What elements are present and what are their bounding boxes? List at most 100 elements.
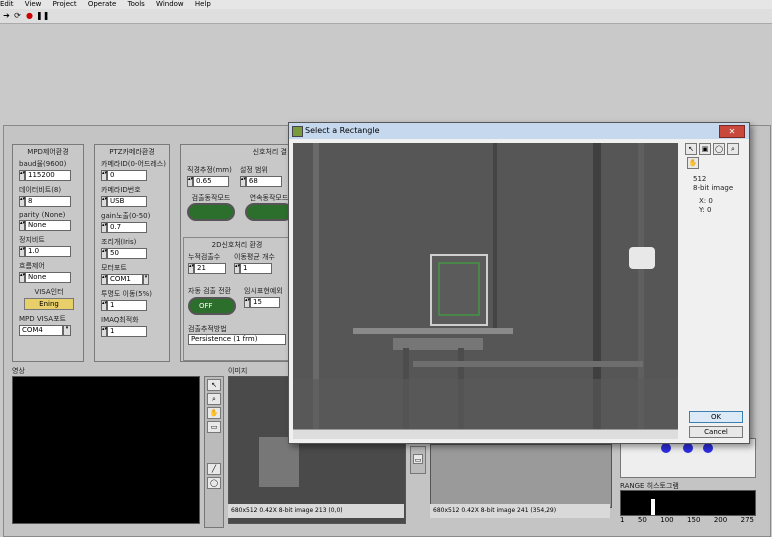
toggle-label: 검출동작모드 xyxy=(191,194,231,202)
video-label: 영상 xyxy=(12,367,25,375)
diameter-field[interactable]: 0.65 xyxy=(193,176,229,187)
close-icon[interactable]: ✕ xyxy=(719,125,745,138)
horizontal-scrollbar[interactable] xyxy=(293,429,678,439)
detect-mode-toggle[interactable] xyxy=(187,203,235,221)
baud-rate-field[interactable]: 115200 xyxy=(25,170,71,181)
menu-operate[interactable]: Operate xyxy=(88,0,116,8)
toolbar: ➔ ⟳ ● ❚❚ xyxy=(0,9,772,24)
iris-field[interactable]: 50 xyxy=(107,248,147,259)
tick-label: 200 xyxy=(713,516,728,524)
accum-field[interactable]: 21 xyxy=(194,263,226,274)
histogram-peak xyxy=(651,499,655,515)
signal-field-label: 설정 범위 xyxy=(239,166,268,174)
image-status-2: 680x512 0.42X 8-bit image 241 (354,29) xyxy=(430,504,610,518)
mpd-field-label: 흐름제어 xyxy=(19,262,45,270)
pause-icon[interactable]: ❚❚ xyxy=(36,11,49,20)
zoom-icon[interactable]: ⌕ xyxy=(207,393,221,405)
select-rectangle-dialog: Select a Rectangle ✕ ↖ ▣ ◯ ⌕ ✋ 512 8-bit… xyxy=(288,122,750,444)
tracking-select[interactable]: Persistence (1 frm) xyxy=(188,334,286,345)
off-text: OFF xyxy=(199,302,213,310)
dialog-title: Select a Rectangle xyxy=(305,126,380,135)
tick-label: 1 xyxy=(620,516,625,524)
dropdown-arrow-icon[interactable]: ▾ xyxy=(143,274,149,285)
plot-marker xyxy=(661,443,671,453)
mpd-panel-title: MPD제어환경 xyxy=(27,148,69,156)
menu-project[interactable]: Project xyxy=(53,0,77,8)
x-coordinate: X: 0 xyxy=(699,197,713,205)
x-value: 0 xyxy=(708,197,713,205)
pointer-icon[interactable]: ↖ xyxy=(685,143,697,155)
continuous-mode-toggle[interactable] xyxy=(245,203,293,221)
parity-field[interactable]: None xyxy=(25,220,71,231)
tick-label: 50 xyxy=(637,516,647,524)
y-value: 0 xyxy=(706,206,712,214)
motor-port-select[interactable]: COM1 xyxy=(107,274,143,285)
menu-help[interactable]: Help xyxy=(195,0,211,8)
menu-edit[interactable]: Edit xyxy=(0,0,14,8)
moving-average-field[interactable]: 1 xyxy=(240,263,272,274)
zoom-icon[interactable]: ⌕ xyxy=(727,143,739,155)
signal-field-label: 임시표현예외 xyxy=(244,287,283,295)
mpd-field-label: 데이터비트(8) xyxy=(19,186,62,194)
temp-field[interactable]: 15 xyxy=(250,297,280,308)
image-viewport[interactable] xyxy=(293,143,678,429)
auto-detect-toggle[interactable]: OFF xyxy=(188,297,236,315)
stop-bits-field[interactable]: 1.0 xyxy=(25,246,71,257)
transparency-field[interactable]: 1 xyxy=(107,300,147,311)
ptz-field-label: 모터포트 xyxy=(101,264,127,272)
pan-icon[interactable]: ✋ xyxy=(687,157,699,169)
pointer-icon[interactable]: ↖ xyxy=(207,379,221,391)
dropdown-arrow-icon[interactable]: ▾ xyxy=(63,325,71,336)
rectangle-tool-icon[interactable]: ▣ xyxy=(699,143,711,155)
visa-port-label: MPD VISA포트 xyxy=(19,315,66,323)
menu-window[interactable]: Window xyxy=(156,0,184,8)
image-info-type: 8-bit image xyxy=(693,184,734,192)
ptz-field-label: gain노출(0-50) xyxy=(101,212,151,220)
data-bits-field[interactable]: 8 xyxy=(25,196,71,207)
menu-view[interactable]: View xyxy=(25,0,42,8)
gain-field[interactable]: 0.7 xyxy=(107,222,147,233)
visa-button-label: VISA인터 xyxy=(34,288,64,296)
range-field[interactable]: 68 xyxy=(245,176,282,187)
flow-control-field[interactable]: None xyxy=(25,272,71,283)
range-histogram xyxy=(620,490,756,516)
mpd-field-label: 정지비트 xyxy=(19,236,45,244)
ptz-panel: PTZ카메라환경 카메라ID(0-어드레스) ▴▾ 0 카메라ID번호 ▴▾ USB… xyxy=(94,144,170,362)
run-arrow-icon[interactable]: ➔ xyxy=(2,11,11,20)
abort-icon[interactable]: ● xyxy=(25,11,34,20)
run-continuous-icon[interactable]: ⟳ xyxy=(13,11,22,20)
rectangle-tool-icon[interactable]: ▭ xyxy=(413,454,423,464)
signal-sub-panel: 2D신호처리 환경 누적검출수 ▴▾ 21 이동평균 개수 ▴▾ 1 자동 검출 전… xyxy=(183,237,291,361)
signal-field-label: 직경추정(mm) xyxy=(187,166,232,174)
oval-tool-icon[interactable]: ◯ xyxy=(207,477,221,489)
signal-field-label: 자동 검출 전환 xyxy=(188,287,232,295)
ptz-field-label: 투명도 이동(5%) xyxy=(101,290,152,298)
mpd-panel: MPD제어환경 baud율(9600) ▴▾ 115200 데이터비트(8) ▴▾… xyxy=(12,144,84,362)
camera-number-field[interactable]: USB xyxy=(107,196,147,207)
image-tool-palette-2: ▭ xyxy=(410,446,426,474)
ptz-field-label: 카메라ID번호 xyxy=(101,186,141,194)
tick-label: 275 xyxy=(740,516,754,524)
image-tool-palette: ↖ ⌕ ✋ ▭ ╱ ◯ xyxy=(204,376,224,528)
ening-button[interactable]: Ening xyxy=(24,298,74,310)
camera-id-field[interactable]: 0 xyxy=(107,170,147,181)
image-structure xyxy=(259,437,299,487)
ok-button[interactable]: OK xyxy=(689,411,743,423)
pan-icon[interactable]: ✋ xyxy=(207,407,221,419)
signal-row-1: 직경추정(mm) ▴▾ 0.65 설정 범위 ▴▾ 68 검출동작모드 연속동작모드 xyxy=(187,165,293,221)
tracking-label: 검출추적방법 xyxy=(188,325,227,333)
menu-bar: Edit View Project Operate Tools Window H… xyxy=(0,0,772,9)
rectangle-tool-icon[interactable]: ▭ xyxy=(207,421,221,433)
ptz-field-label: IMAQ최적화 xyxy=(101,316,139,324)
cancel-button[interactable]: Cancel xyxy=(689,426,743,438)
oval-tool-icon[interactable]: ◯ xyxy=(713,143,725,155)
image-display-2 xyxy=(430,444,612,508)
ptz-field-list: 카메라ID(0-어드레스) ▴▾ 0 카메라ID번호 ▴▾ USB gain노출(0… xyxy=(101,159,167,341)
x-label: X: xyxy=(699,197,707,205)
visa-port-select[interactable]: COM4 xyxy=(19,325,63,336)
imaq-field[interactable]: 1 xyxy=(107,326,147,337)
line-tool-icon[interactable]: ╱ xyxy=(207,463,221,475)
signal-panel-title: 신호처리 결 xyxy=(252,148,287,156)
menu-tools[interactable]: Tools xyxy=(128,0,145,8)
image-status-1: 680x512 0.42X 8-bit image 213 (0,0) xyxy=(228,504,404,518)
